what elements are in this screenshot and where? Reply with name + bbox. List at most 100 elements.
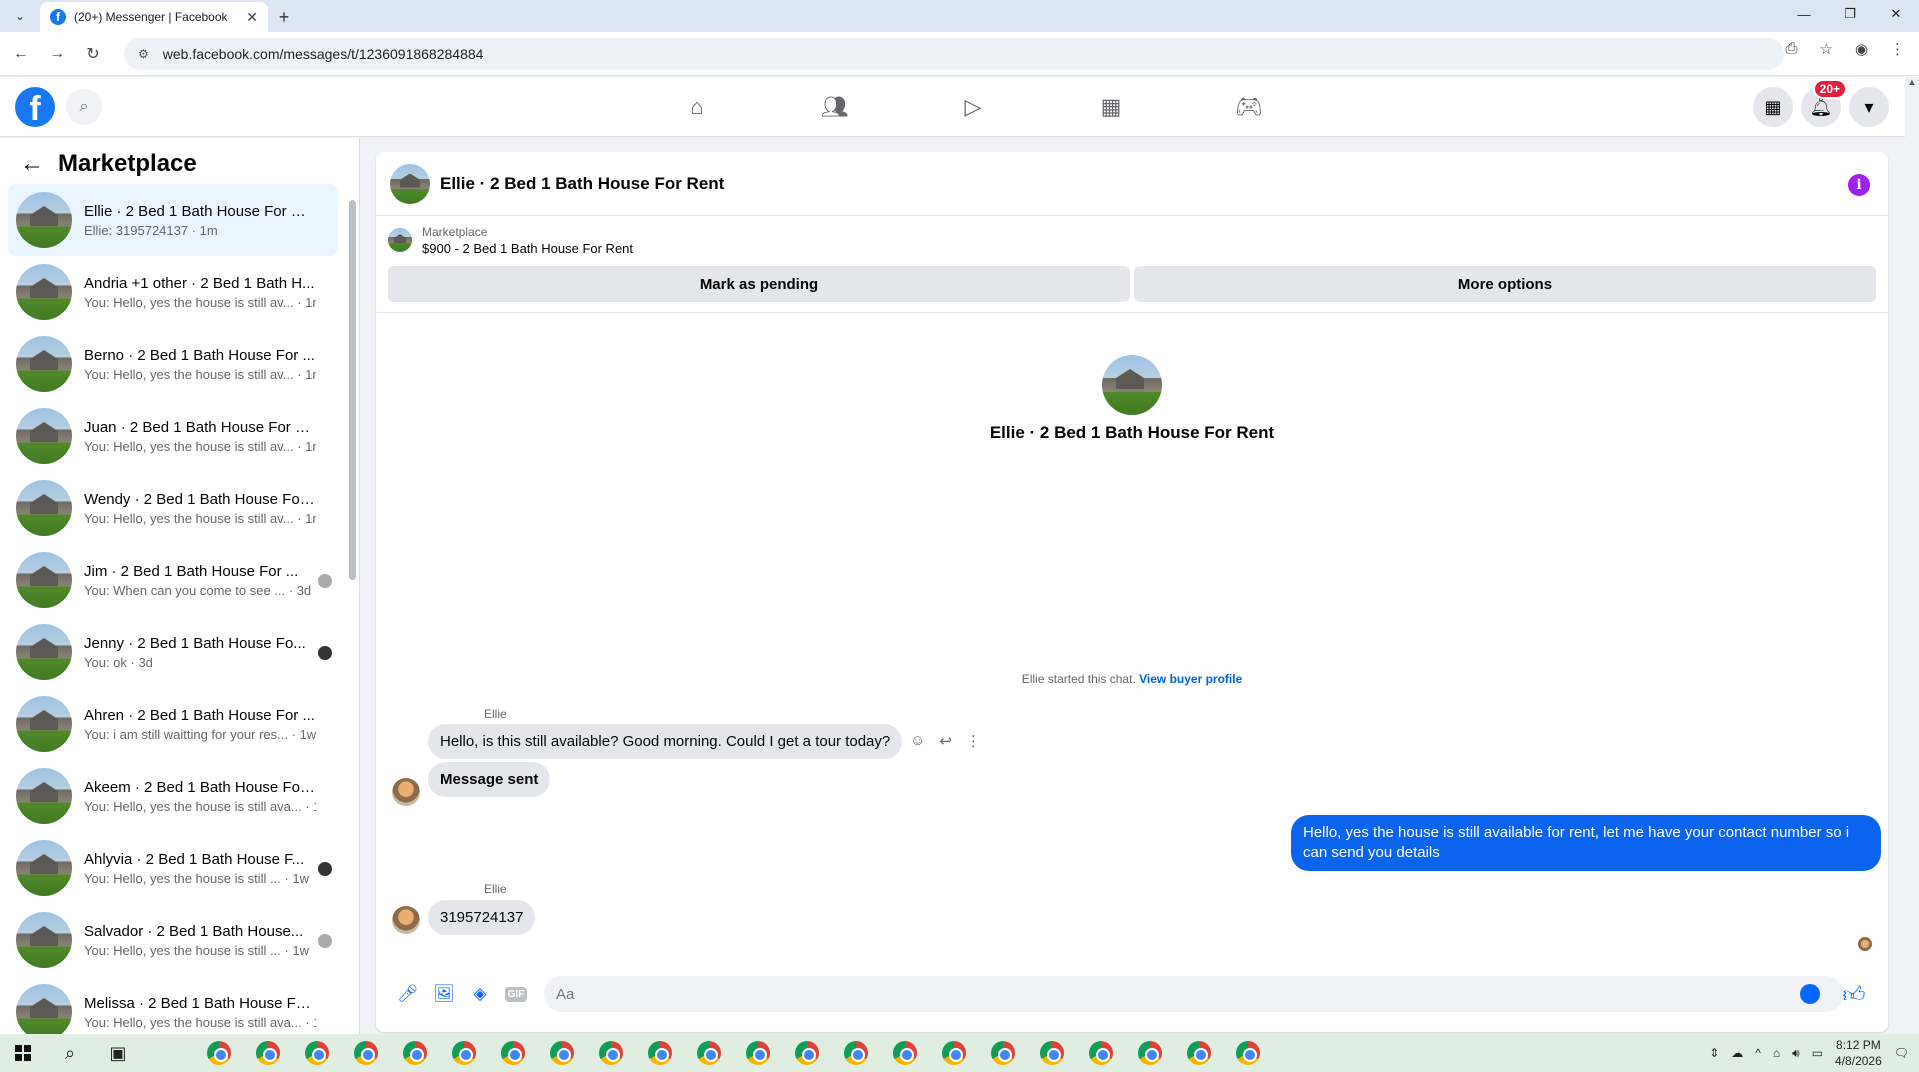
- chrome-icon[interactable]: [341, 1034, 390, 1072]
- chrome-icon[interactable]: [929, 1034, 978, 1072]
- chrome-icon[interactable]: [292, 1034, 341, 1072]
- account-dropdown-icon[interactable]: ▾: [1849, 87, 1889, 127]
- read-receipt-avatar: [318, 574, 332, 588]
- chrome-icon[interactable]: [1174, 1034, 1223, 1072]
- restore-icon[interactable]: ❐: [1827, 0, 1873, 28]
- weather-icon[interactable]: ☁: [1731, 1046, 1743, 1060]
- url-field[interactable]: ⚙ web.facebook.com/messages/t/1236091868…: [124, 38, 1784, 70]
- conversation-item[interactable]: Andria +1 other · 2 Bed 1 Bath H... You: …: [8, 256, 338, 328]
- sticker-icon[interactable]: ◈: [462, 976, 498, 1012]
- mark-as-pending-button[interactable]: Mark as pending: [388, 266, 1130, 302]
- show-hidden-icons-icon[interactable]: ^: [1755, 1046, 1761, 1060]
- conversation-item[interactable]: Salvador · 2 Bed 1 Bath House... You: Hel…: [8, 904, 338, 976]
- chrome-icon[interactable]: [831, 1034, 880, 1072]
- conversation-item[interactable]: Jenny · 2 Bed 1 Bath House Fo... You: ok …: [8, 616, 338, 688]
- chrome-icon[interactable]: [243, 1034, 292, 1072]
- tab-close-icon[interactable]: ✕: [246, 9, 258, 26]
- conversation-item[interactable]: Ahlyvia · 2 Bed 1 Bath House F... You: He…: [8, 832, 338, 904]
- chrome-icon[interactable]: [635, 1034, 684, 1072]
- menu-grid-icon[interactable]: ▦: [1753, 87, 1793, 127]
- forward-icon[interactable]: →: [42, 39, 72, 69]
- browser-menu-icon[interactable]: ⋮: [1890, 40, 1905, 58]
- site-settings-icon[interactable]: ⚙: [138, 47, 149, 61]
- conversation-item[interactable]: Juan · 2 Bed 1 Bath House For R... You: H…: [8, 400, 338, 472]
- chrome-icon[interactable]: [1076, 1034, 1125, 1072]
- reload-icon[interactable]: ↻: [78, 39, 108, 69]
- microphone-icon[interactable]: 🎤︎: [390, 976, 426, 1012]
- conversation-item[interactable]: Jim · 2 Bed 1 Bath House For ... You: Whe…: [8, 544, 338, 616]
- conversation-item[interactable]: Ahren · 2 Bed 1 Bath House For ... You: i…: [8, 688, 338, 760]
- profile-icon[interactable]: ◉: [1855, 40, 1868, 58]
- home-icon[interactable]: ⌂: [628, 77, 766, 137]
- chrome-icon[interactable]: [537, 1034, 586, 1072]
- gif-icon[interactable]: GIF: [498, 976, 534, 1012]
- chat-avatar[interactable]: [390, 163, 430, 204]
- conversation-preview: You: Hello, yes the house is still ... ·…: [84, 942, 309, 958]
- search-icon[interactable]: ⌕: [66, 89, 102, 125]
- clock[interactable]: 8:12 PM 4/8/2026: [1835, 1037, 1882, 1069]
- conversation-item[interactable]: Akeem · 2 Bed 1 Bath House For ... You: H…: [8, 760, 338, 832]
- marketplace-icon[interactable]: ▦: [1042, 77, 1180, 137]
- network-icon[interactable]: ⌂: [1773, 1046, 1780, 1060]
- chat-title[interactable]: Ellie · 2 Bed 1 Bath House For Rent: [440, 174, 724, 194]
- sidebar-scrollbar[interactable]: [349, 200, 356, 580]
- chrome-icon[interactable]: [439, 1034, 488, 1072]
- message-bubble[interactable]: 3195724137: [428, 900, 536, 935]
- minimize-icon[interactable]: —: [1781, 0, 1827, 28]
- back-icon[interactable]: ←: [6, 39, 36, 69]
- more-options-button[interactable]: More options: [1134, 266, 1876, 302]
- view-buyer-profile-link[interactable]: View buyer profile: [1139, 672, 1242, 686]
- window-close-icon[interactable]: ✕: [1873, 0, 1919, 28]
- scroll-up-icon[interactable]: ▲: [1905, 77, 1919, 87]
- outgoing-message-bubble[interactable]: Hello, yes the house is still available …: [1291, 815, 1881, 871]
- message-input[interactable]: [544, 976, 1844, 1012]
- chat-header: Ellie · 2 Bed 1 Bath House For Rent i: [376, 152, 1888, 216]
- react-icon[interactable]: ☺: [910, 732, 925, 750]
- browser-tab[interactable]: f (20+) Messenger | Facebook ✕: [40, 2, 268, 32]
- chrome-icon[interactable]: [733, 1034, 782, 1072]
- message-bubble[interactable]: Hello, is this still available? Good mor…: [428, 724, 903, 759]
- chrome-icon[interactable]: [390, 1034, 439, 1072]
- chrome-icon[interactable]: [782, 1034, 831, 1072]
- chrome-icon[interactable]: [488, 1034, 537, 1072]
- chrome-icon[interactable]: [978, 1034, 1027, 1072]
- listing-summary[interactable]: Marketplace $900 - 2 Bed 1 Bath House Fo…: [376, 216, 1888, 264]
- message-bubble[interactable]: Message sent: [428, 762, 551, 797]
- chrome-icon[interactable]: [1027, 1034, 1076, 1072]
- notification-center-icon[interactable]: 🗨︎: [1894, 1046, 1909, 1060]
- conversation-item[interactable]: Melissa · 2 Bed 1 Bath House For... You: …: [8, 976, 338, 1034]
- search-icon[interactable]: ⌕: [46, 1034, 94, 1072]
- conversation-info-icon[interactable]: i: [1848, 174, 1870, 196]
- page-scrollbar[interactable]: ▲: [1905, 77, 1919, 1034]
- like-thumb-icon[interactable]: 👍︎: [1836, 976, 1872, 1012]
- friends-icon[interactable]: 👥︎: [766, 77, 904, 137]
- tab-search-icon[interactable]: ⌄: [0, 0, 40, 32]
- tray-scroll-icon[interactable]: ⇕: [1709, 1046, 1719, 1060]
- notifications-bell-icon[interactable]: 🔔︎ 20+: [1801, 79, 1847, 127]
- video-icon[interactable]: ▷: [904, 77, 1042, 137]
- battery-icon[interactable]: ▭: [1812, 1046, 1823, 1060]
- photo-icon[interactable]: 🖼︎: [426, 976, 462, 1012]
- more-icon[interactable]: ⋮: [966, 732, 981, 750]
- chrome-icon[interactable]: [586, 1034, 635, 1072]
- chrome-icon[interactable]: [1223, 1034, 1272, 1072]
- back-arrow-icon[interactable]: ←: [20, 150, 44, 178]
- bookmark-star-icon[interactable]: ☆: [1819, 40, 1832, 58]
- chrome-icon[interactable]: [1125, 1034, 1174, 1072]
- chrome-icon[interactable]: [880, 1034, 929, 1072]
- conversation-item[interactable]: Berno · 2 Bed 1 Bath House For ... You: H…: [8, 328, 338, 400]
- url-text: web.facebook.com/messages/t/123609186828…: [162, 46, 484, 62]
- emoji-icon[interactable]: [1792, 976, 1828, 1012]
- task-view-icon[interactable]: ▣: [94, 1034, 142, 1072]
- new-tab-icon[interactable]: +: [268, 2, 300, 32]
- reply-icon[interactable]: ↩: [939, 732, 952, 750]
- gaming-icon[interactable]: 🎮︎: [1180, 77, 1318, 137]
- chrome-icon[interactable]: [194, 1034, 243, 1072]
- facebook-logo-icon[interactable]: f: [15, 87, 55, 127]
- conversation-item[interactable]: Wendy · 2 Bed 1 Bath House For ... You: H…: [8, 472, 338, 544]
- install-app-icon[interactable]: ⎙: [1785, 40, 1797, 58]
- volume-icon[interactable]: 🔊︎: [1792, 1046, 1800, 1061]
- windows-start-icon[interactable]: [0, 1034, 46, 1072]
- chrome-icon[interactable]: [684, 1034, 733, 1072]
- conversation-item[interactable]: Ellie · 2 Bed 1 Bath House For Rent Ellie…: [8, 184, 338, 256]
